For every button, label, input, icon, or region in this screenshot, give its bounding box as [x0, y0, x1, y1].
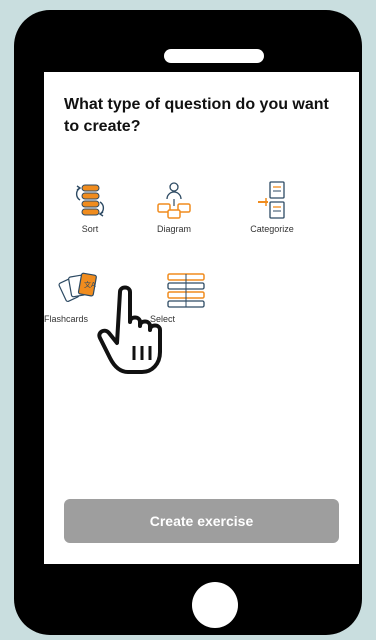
create-exercise-button[interactable]: Create exercise — [64, 499, 339, 543]
option-sort[interactable]: Sort — [54, 180, 126, 234]
categorize-icon — [258, 181, 285, 219]
option-categorize[interactable]: Categorize — [236, 180, 308, 234]
option-diagram-label: Diagram — [156, 224, 191, 234]
option-sort-label: Sort — [81, 224, 99, 234]
diagram-icon — [157, 182, 191, 219]
home-button[interactable] — [192, 582, 238, 628]
speaker-slot — [164, 49, 264, 63]
svg-text:文A: 文A — [84, 280, 96, 289]
sort-icon — [75, 184, 105, 217]
option-diagram[interactable]: Diagram — [138, 180, 210, 234]
option-categorize-label: Categorize — [250, 224, 294, 234]
pointing-hand-icon — [97, 285, 162, 374]
page-title: What type of question do you want to cre… — [64, 96, 329, 135]
app-screen: What type of question do you want to cre… — [44, 72, 359, 564]
